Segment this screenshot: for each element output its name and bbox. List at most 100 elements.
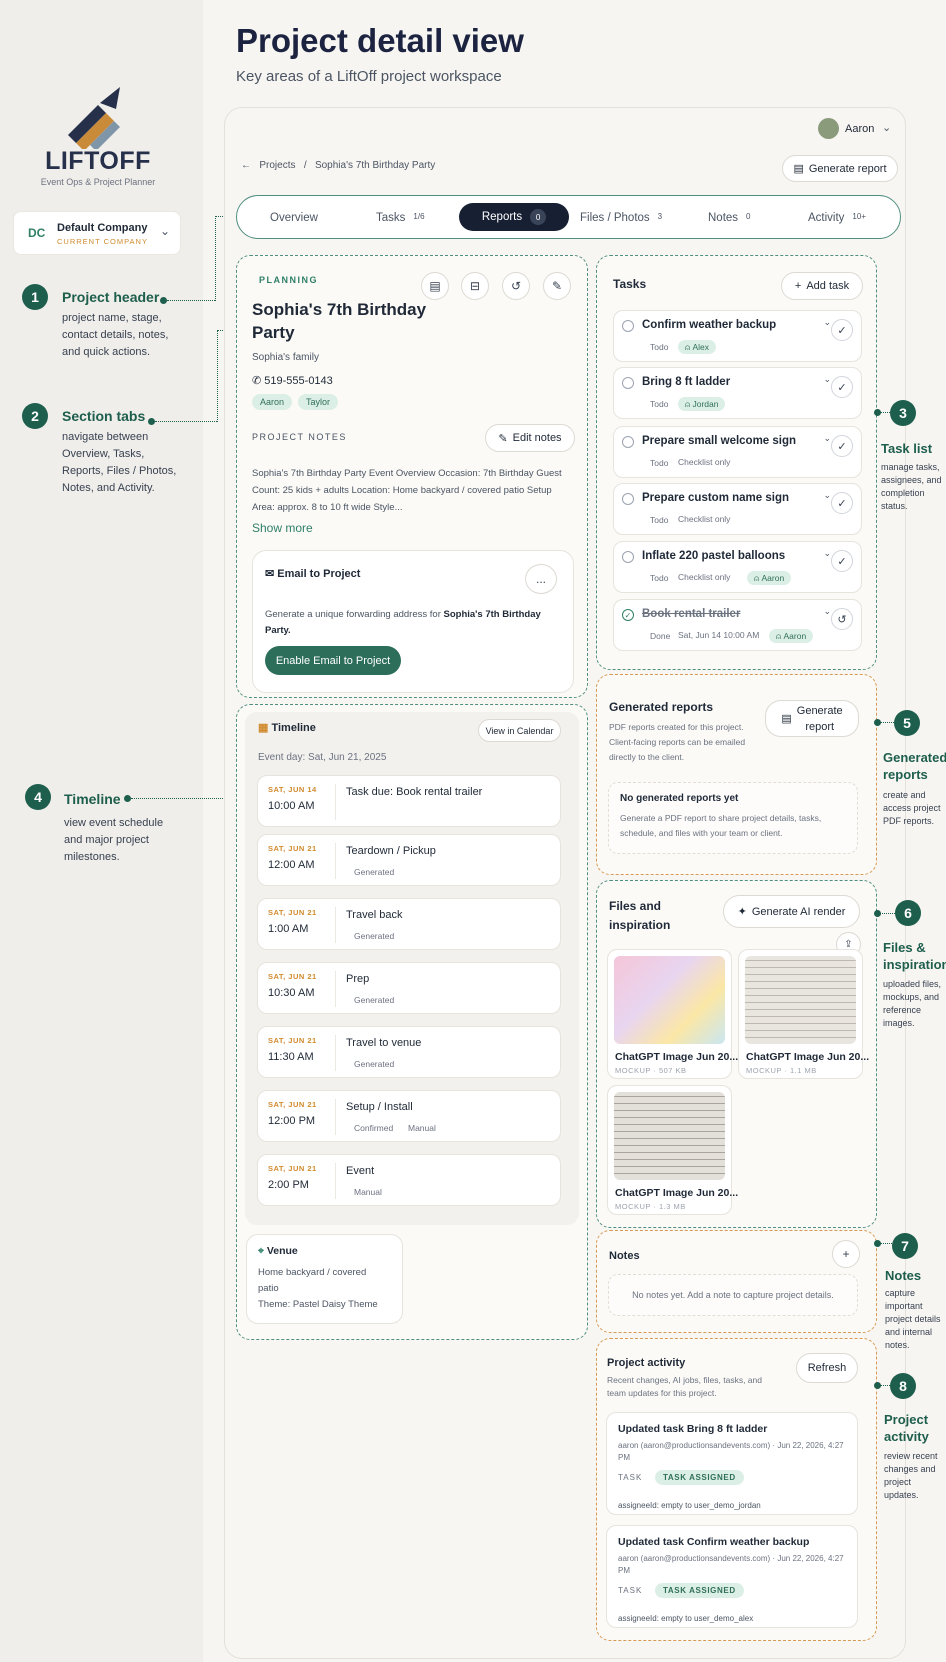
file-card[interactable]: ChatGPT Image Jun 20... MOCKUP · 1.1 MB (738, 949, 869, 1079)
timeline-date: SAT, JUN 21 (268, 972, 317, 981)
history-icon[interactable]: ↺ (502, 272, 530, 300)
assignee-chip: ⍝ Alex (678, 340, 717, 354)
refresh-button[interactable]: Refresh (796, 1353, 858, 1383)
timeline-time: 10:00 AM (268, 800, 315, 812)
timeline-title: Task due: Book rental trailer (346, 786, 483, 798)
timeline-item[interactable]: SAT, JUN 21 12:00 AM Teardown / Pickup Gene… (257, 834, 561, 886)
task-item[interactable]: Bring 8 ft ladder ⌄ ✓ Todo ⍝ Jordan (613, 367, 862, 419)
complete-task-button[interactable]: ✓ (831, 435, 853, 457)
task-item[interactable]: Prepare small welcome sign ⌄ ✓ Todo Checklis… (613, 426, 862, 478)
activity-kind: TASK (618, 1473, 643, 1482)
chevron-down-icon[interactable]: ⌄ (823, 606, 831, 617)
company-switcher[interactable]: DC Default Company CURRENT COMPANY ⌄ (13, 211, 181, 255)
timeline-item[interactable]: SAT, JUN 14 10:00 AM Task due: Book rental… (257, 775, 561, 827)
view-in-calendar-button[interactable]: View in Calendar (478, 719, 561, 742)
chevron-down-icon[interactable]: ⌄ (823, 433, 831, 444)
assignee-chip: ⍝ Aaron (769, 629, 814, 643)
status-badge: TASK ASSIGNED (655, 1470, 744, 1485)
breadcrumb-projects-link[interactable]: Projects (259, 160, 295, 171)
file-card[interactable]: ChatGPT Image Jun 20... MOCKUP · 1.3 MB (607, 1085, 738, 1215)
avatar[interactable] (818, 118, 839, 139)
timeline-item[interactable]: SAT, JUN 21 12:00 PM Setup / Install Confir… (257, 1090, 561, 1142)
chevron-down-icon[interactable]: ⌄ (823, 317, 831, 328)
chevron-down-icon[interactable]: ⌄ (823, 490, 831, 501)
tab-overview[interactable]: Overview (270, 212, 318, 224)
add-note-button[interactable]: + (832, 1240, 860, 1268)
timeline-time: 11:30 AM (268, 1051, 314, 1063)
user-icon: ⍝ (685, 398, 691, 409)
complete-task-button[interactable]: ✓ (831, 550, 853, 572)
timeline-title: Teardown / Pickup (346, 845, 436, 857)
add-task-button[interactable]: + Add task (781, 272, 863, 300)
user-name[interactable]: Aaron (845, 123, 874, 135)
connector-line (131, 798, 231, 799)
breadcrumb: ← Projects / Sophia's 7th Birthday Party (241, 160, 435, 171)
complete-task-button[interactable]: ✓ (831, 319, 853, 341)
task-checkbox[interactable] (622, 320, 634, 332)
undo-icon[interactable]: ↺ (831, 608, 853, 630)
liftoff-logo: LIFTOFF Event Ops & Project Planner (36, 85, 160, 195)
annotation-title-project-activity: Project activity (884, 1412, 929, 1444)
tab-files-photos[interactable]: Files / Photos 3 (580, 212, 662, 224)
generate-report-button[interactable]: ▤ Generate report (782, 155, 898, 182)
archive-icon[interactable]: ⊟ (461, 272, 489, 300)
tab-tasks[interactable]: Tasks 1/6 (376, 212, 425, 224)
task-item[interactable]: Prepare custom name sign ⌄ ✓ Todo Checklist … (613, 483, 862, 535)
timeline-item[interactable]: SAT, JUN 21 2:00 PM Event Manual (257, 1154, 561, 1206)
annotation-desc-files: uploaded files, mockups, and reference imag… (883, 979, 942, 1028)
file-card[interactable]: ChatGPT Image Jun 20... MOCKUP · 507 KB (607, 949, 738, 1079)
task-title: Prepare small welcome sign (642, 435, 797, 447)
generate-report-button-panel[interactable]: ▤ Generate report (765, 700, 859, 737)
complete-task-button[interactable]: ✓ (831, 492, 853, 514)
task-item[interactable]: Inflate 220 pastel balloons ⌄ ✓ Todo Checkli… (613, 541, 862, 593)
enable-email-button[interactable]: Enable Email to Project (265, 646, 401, 675)
reports-title: Generated reports (609, 700, 714, 714)
show-more-link[interactable]: Show more (252, 521, 313, 535)
edit-icon[interactable]: ✎ (543, 272, 571, 300)
timeline-time: 1:00 AM (268, 923, 309, 935)
tab-reports[interactable]: Reports 0 (459, 203, 569, 231)
activity-byline: aaron (aaron@productionsandevents.com) ·… (618, 1441, 844, 1462)
chevron-down-icon[interactable]: ⌄ (823, 548, 831, 559)
check-circle-icon[interactable]: ✓ (622, 609, 634, 621)
back-arrow-icon[interactable]: ← (241, 160, 251, 171)
document-icon[interactable]: ▤ (421, 272, 449, 300)
timeline-date: SAT, JUN 21 (268, 1164, 317, 1173)
tasks-title: Tasks (613, 277, 647, 291)
task-title: Book rental trailer (642, 608, 741, 620)
tab-activity[interactable]: Activity 10+ (808, 212, 866, 224)
task-checkbox[interactable] (622, 493, 634, 505)
timeline-date: SAT, JUN 21 (268, 908, 317, 917)
timeline-date: SAT, JUN 21 (268, 1100, 317, 1109)
more-menu-button[interactable]: ... (525, 564, 557, 594)
stage-label: PLANNING (259, 275, 318, 285)
chevron-down-icon[interactable]: ⌄ (823, 374, 831, 385)
page-subtitle: Key areas of a LiftOff project workspace (236, 68, 502, 85)
task-title: Bring 8 ft ladder (642, 376, 731, 388)
company-name: Default Company (57, 222, 148, 234)
complete-task-button[interactable]: ✓ (831, 376, 853, 398)
task-checkbox[interactable] (622, 377, 634, 389)
timeline-item[interactable]: SAT, JUN 21 11:30 AM Travel to venue Genera… (257, 1026, 561, 1078)
task-item[interactable]: Confirm weather backup ⌄ ✓ Todo ⍝ Alex (613, 310, 862, 362)
company-initials: DC (28, 226, 46, 240)
task-checkbox[interactable] (622, 436, 634, 448)
annotation-number-1: 1 (22, 284, 48, 310)
connector-line (880, 1243, 892, 1244)
annotation-desc-project-activity: review recent changes and project updates. (884, 1451, 938, 1500)
annotation-number-6: 6 (895, 900, 921, 926)
edit-notes-button[interactable]: ✎ Edit notes (485, 424, 575, 452)
connector-line (215, 216, 216, 301)
activity-detail: assigneeId: empty to user_demo_alex (618, 1614, 754, 1623)
notes-empty-state: No notes yet. Add a note to capture proj… (608, 1274, 858, 1316)
tab-notes[interactable]: Notes 0 (708, 212, 751, 224)
timeline-item[interactable]: SAT, JUN 21 1:00 AM Travel back Generated (257, 898, 561, 950)
task-checkbox[interactable] (622, 551, 634, 563)
chevron-down-icon[interactable]: ⌄ (882, 121, 891, 134)
generate-ai-render-button[interactable]: ✦ Generate AI render (723, 895, 860, 928)
timeline-date: SAT, JUN 21 (268, 844, 317, 853)
task-item[interactable]: ✓ Book rental trailer ⌄ ↺ Done Sat, Jun 14 10… (613, 599, 862, 651)
timeline-item[interactable]: SAT, JUN 21 10:30 AM Prep Generated (257, 962, 561, 1014)
venue-title: ⌖ Venue (258, 1245, 298, 1257)
connector-line (167, 300, 215, 301)
